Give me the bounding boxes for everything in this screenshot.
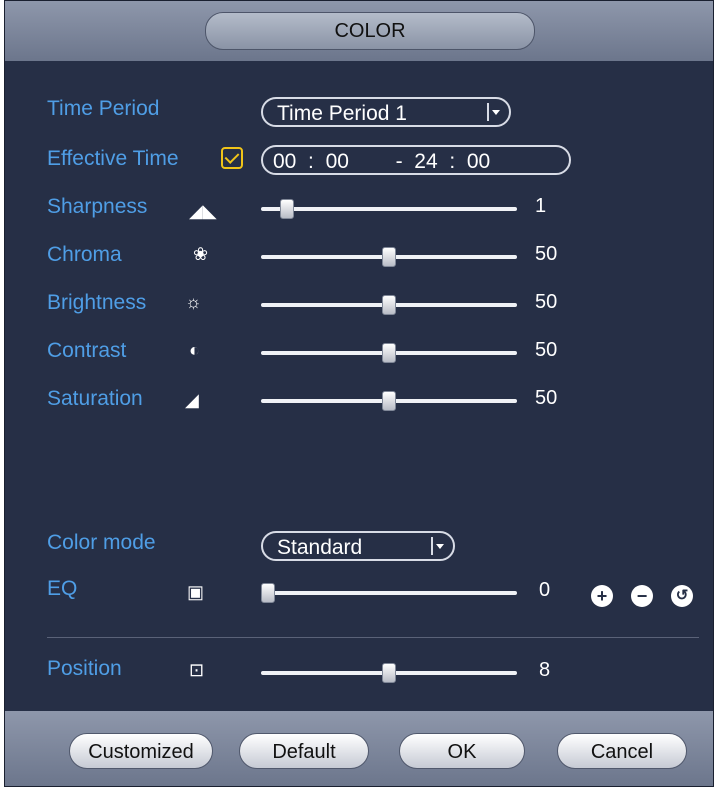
end-minute[interactable]: 00 <box>467 150 490 173</box>
brightness-value: 50 <box>535 291 558 313</box>
eq-reset-icon[interactable]: ↺ <box>671 585 693 607</box>
ok-button[interactable]: OK <box>399 733 525 769</box>
sharpness-icon: ◢◣ <box>189 201 217 221</box>
slider-thumb[interactable] <box>382 343 396 363</box>
customized-button[interactable]: Customized <box>69 733 213 769</box>
slider-thumb[interactable] <box>382 391 396 411</box>
cancel-button[interactable]: Cancel <box>557 733 687 769</box>
effective-time-label: Effective Time <box>47 147 179 170</box>
contrast-value: 50 <box>535 339 558 361</box>
chevron-down-icon <box>487 103 503 121</box>
divider <box>47 637 699 638</box>
position-label: Position <box>47 657 122 680</box>
color-dialog: COLOR Time Period Time Period 1 Effectiv… <box>4 0 714 787</box>
eq-value: 0 <box>539 579 551 601</box>
button-bar: Customized Default OK Cancel <box>5 711 713 786</box>
time-colon: : <box>302 150 320 173</box>
slider-thumb[interactable] <box>261 583 275 603</box>
sharpness-slider[interactable] <box>261 199 517 219</box>
effective-time-checkbox[interactable] <box>221 147 243 169</box>
end-hour[interactable]: 24 <box>414 150 437 173</box>
chroma-icon: ❀ <box>193 244 209 264</box>
content-area: Time Period Time Period 1 Effective Time… <box>5 61 713 711</box>
time-dash: - <box>354 150 409 173</box>
slider-thumb[interactable] <box>382 663 396 683</box>
slider-thumb[interactable] <box>280 199 295 219</box>
sharpness-value: 1 <box>535 195 547 217</box>
position-icon: ⊡ <box>189 660 205 680</box>
chevron-down-icon <box>431 537 447 555</box>
time-period-label: Time Period <box>47 97 160 120</box>
effective-time-field[interactable]: 00 : 00 - 24 : 00 <box>261 145 571 175</box>
brightness-label: Brightness <box>47 291 147 314</box>
chroma-slider[interactable] <box>261 247 517 267</box>
eq-decrease-icon[interactable]: − <box>631 585 653 607</box>
sharpness-label: Sharpness <box>47 195 148 218</box>
position-value: 8 <box>539 659 551 681</box>
eq-label: EQ <box>47 577 78 600</box>
brightness-slider[interactable] <box>261 295 517 315</box>
contrast-slider[interactable] <box>261 343 517 363</box>
eq-increase-icon[interactable]: + <box>591 585 613 607</box>
color-mode-label: Color mode <box>47 531 156 554</box>
color-mode-dropdown[interactable]: Standard <box>261 531 455 561</box>
chroma-value: 50 <box>535 243 558 265</box>
color-mode-value: Standard <box>277 536 363 559</box>
slider-thumb[interactable] <box>382 247 396 267</box>
start-minute[interactable]: 00 <box>326 150 349 173</box>
time-period-dropdown[interactable]: Time Period 1 <box>261 97 511 127</box>
saturation-icon: ◢ <box>185 390 199 410</box>
saturation-slider[interactable] <box>261 391 517 411</box>
time-period-value: Time Period 1 <box>277 102 407 125</box>
chroma-label: Chroma <box>47 243 122 266</box>
time-colon: : <box>443 150 461 173</box>
start-hour[interactable]: 00 <box>273 150 296 173</box>
dialog-title: COLOR <box>205 12 535 50</box>
contrast-icon: ◐ <box>189 340 200 360</box>
title-bar: COLOR <box>5 1 713 61</box>
position-slider[interactable] <box>261 663 517 683</box>
contrast-label: Contrast <box>47 339 127 362</box>
slider-thumb[interactable] <box>382 295 396 315</box>
eq-icon: ▣ <box>187 582 205 602</box>
default-button[interactable]: Default <box>239 733 369 769</box>
slider-track <box>261 591 517 595</box>
brightness-icon: ☼ <box>185 292 202 312</box>
saturation-label: Saturation <box>47 387 143 410</box>
eq-slider[interactable] <box>261 583 517 603</box>
saturation-value: 50 <box>535 387 558 409</box>
slider-track <box>261 207 517 211</box>
